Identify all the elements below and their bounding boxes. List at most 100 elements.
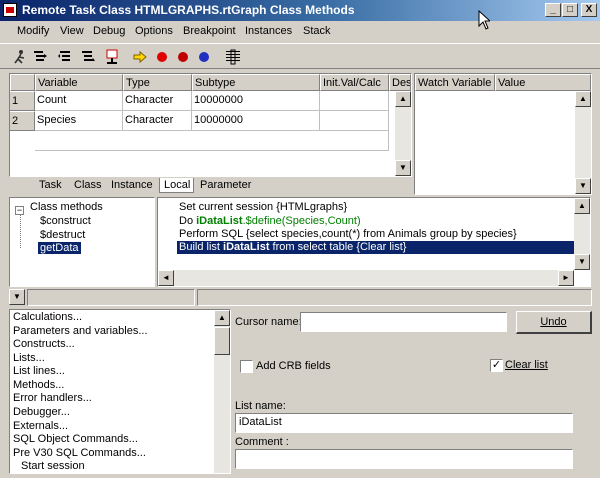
list-name-input[interactable]: iDataList [235,413,573,433]
column-header[interactable]: Des [389,74,411,91]
scroll-down-icon[interactable]: ▼ [395,160,411,176]
status-bar: ▼ [9,289,592,306]
code-variable: iDataList [196,215,243,227]
table-cell[interactable]: 10000000 [192,111,320,131]
command-item[interactable]: Parameters and variables... [13,325,148,337]
table-row-empty[interactable] [35,131,389,151]
scroll-thumb[interactable] [214,327,230,355]
menu-breakpoint[interactable]: Breakpoint [183,25,236,37]
comment-input[interactable] [235,449,573,469]
command-item[interactable]: List lines... [13,365,65,377]
variables-grid: Variable Type Subtype Init.Val/Calc Des … [9,73,412,177]
command-subitem[interactable]: Start session [21,460,85,472]
table-cell[interactable]: Count [35,91,123,111]
run-icon[interactable] [10,47,30,67]
command-item[interactable]: Pre V30 SQL Commands... [13,447,146,459]
column-header[interactable]: Type [123,74,192,91]
trace-icon[interactable] [102,47,122,67]
scroll-down-icon[interactable]: ▼ [575,178,591,194]
column-header[interactable]: Watch Variable [415,74,495,91]
column-header[interactable]: Variable [35,74,123,91]
scroll-up-icon[interactable]: ▲ [395,91,411,107]
close-button[interactable]: X [581,3,597,17]
clear-list-checkbox[interactable]: ✓ [490,359,503,372]
column-header[interactable]: Init.Val/Calc [320,74,389,91]
add-crb-label: Add CRB fields [256,360,331,372]
breakpoint-icon[interactable] [152,47,172,67]
command-item[interactable]: Lists... [13,352,45,364]
tree-item-getdata[interactable]: getData [38,242,81,254]
cursor-name-input[interactable] [300,312,507,332]
row-header-corner [10,74,35,91]
tab-class[interactable]: Class [70,178,105,193]
tree-line [20,215,21,248]
maximize-button[interactable]: □ [562,3,578,17]
undo-button[interactable]: Undo [516,311,592,334]
tree-root[interactable]: Class methods [30,201,103,213]
code-line-3[interactable]: Perform SQL {select species,count(*) fro… [179,228,517,240]
menu-stack[interactable]: Stack [303,25,331,37]
menu-instances[interactable]: Instances [245,25,292,37]
tree-item-destruct[interactable]: $destruct [40,229,85,241]
table-cell[interactable] [320,91,389,111]
tab-local[interactable]: Local [159,178,195,193]
tab-parameter[interactable]: Parameter [196,178,254,193]
record-icon[interactable] [194,47,214,67]
table-cell[interactable]: Character [123,91,192,111]
collapse-icon[interactable]: − [15,206,24,215]
scroll-up-icon[interactable]: ▲ [574,198,590,214]
column-header[interactable]: Value [495,74,591,91]
menu-modify[interactable]: Modify [17,25,49,37]
menu-view[interactable]: View [60,25,84,37]
go-point-icon[interactable] [130,47,150,67]
code-panel: Set current session {HTMLgraphs} Do iDat… [157,197,591,287]
row-number: 2 [10,111,35,131]
code-line-1[interactable]: Set current session {HTMLgraphs} [179,201,347,213]
command-item[interactable]: Error handlers... [13,392,92,404]
window-title: Remote Task Class HTMLGRAPHS.rtGraph Cla… [22,3,355,17]
command-item[interactable]: SQL Object Commands... [13,433,138,445]
code-line-4[interactable]: Build list iDataList from select table {… [177,241,575,254]
format-icon[interactable] [223,47,243,67]
scroll-left-icon[interactable]: ◄ [158,270,174,286]
table-cell[interactable]: Character [123,111,192,131]
scroll-up-icon[interactable]: ▲ [214,310,230,326]
command-item[interactable]: Methods... [13,379,64,391]
title-bar: Remote Task Class HTMLGRAPHS.rtGraph Cla… [0,0,600,21]
commands-list: Calculations... Parameters and variables… [9,309,231,474]
watch-scrollbar[interactable]: ▲ ▼ [575,91,591,194]
add-crb-checkbox[interactable] [240,360,253,373]
stop-icon[interactable] [173,47,193,67]
step-over-icon[interactable] [55,47,75,67]
command-item[interactable]: Externals... [13,420,68,432]
command-item[interactable]: Calculations... [13,311,82,323]
code-text: Build list [179,241,224,253]
menu-options[interactable]: Options [135,25,173,37]
scroll-right-icon[interactable]: ► [558,270,574,286]
step-into-icon[interactable] [30,47,50,67]
code-hscrollbar[interactable]: ◄ ► [158,270,574,286]
code-variable: iDataList [223,241,270,253]
code-vscrollbar[interactable]: ▲ ▼ [574,198,590,270]
commands-scrollbar[interactable]: ▲ [214,310,230,473]
step-out-icon[interactable] [78,47,98,67]
table-cell[interactable]: Species [35,111,123,131]
comment-label: Comment : [235,436,289,448]
code-line-2[interactable]: Do iDataList.$define(Species,Count) [179,215,361,227]
tree-item-construct[interactable]: $construct [40,215,91,227]
command-item[interactable]: Debugger... [13,406,70,418]
table-cell[interactable] [320,111,389,131]
menu-debug[interactable]: Debug [93,25,125,37]
mouse-cursor-icon [478,9,492,33]
methods-tree: − Class methods $construct $destruct get… [9,197,155,287]
command-item[interactable]: Constructs... [13,338,75,350]
chevron-down-icon[interactable]: ▼ [9,289,25,305]
variables-scrollbar[interactable]: ▲ ▼ [395,91,411,176]
scroll-up-icon[interactable]: ▲ [575,91,591,107]
table-cell[interactable]: 10000000 [192,91,320,111]
scroll-down-icon[interactable]: ▼ [574,254,590,270]
tab-instance[interactable]: Instance [107,178,156,193]
minimize-button[interactable]: _ [545,3,561,17]
tab-task[interactable]: Task [35,178,65,193]
column-header[interactable]: Subtype [192,74,320,91]
